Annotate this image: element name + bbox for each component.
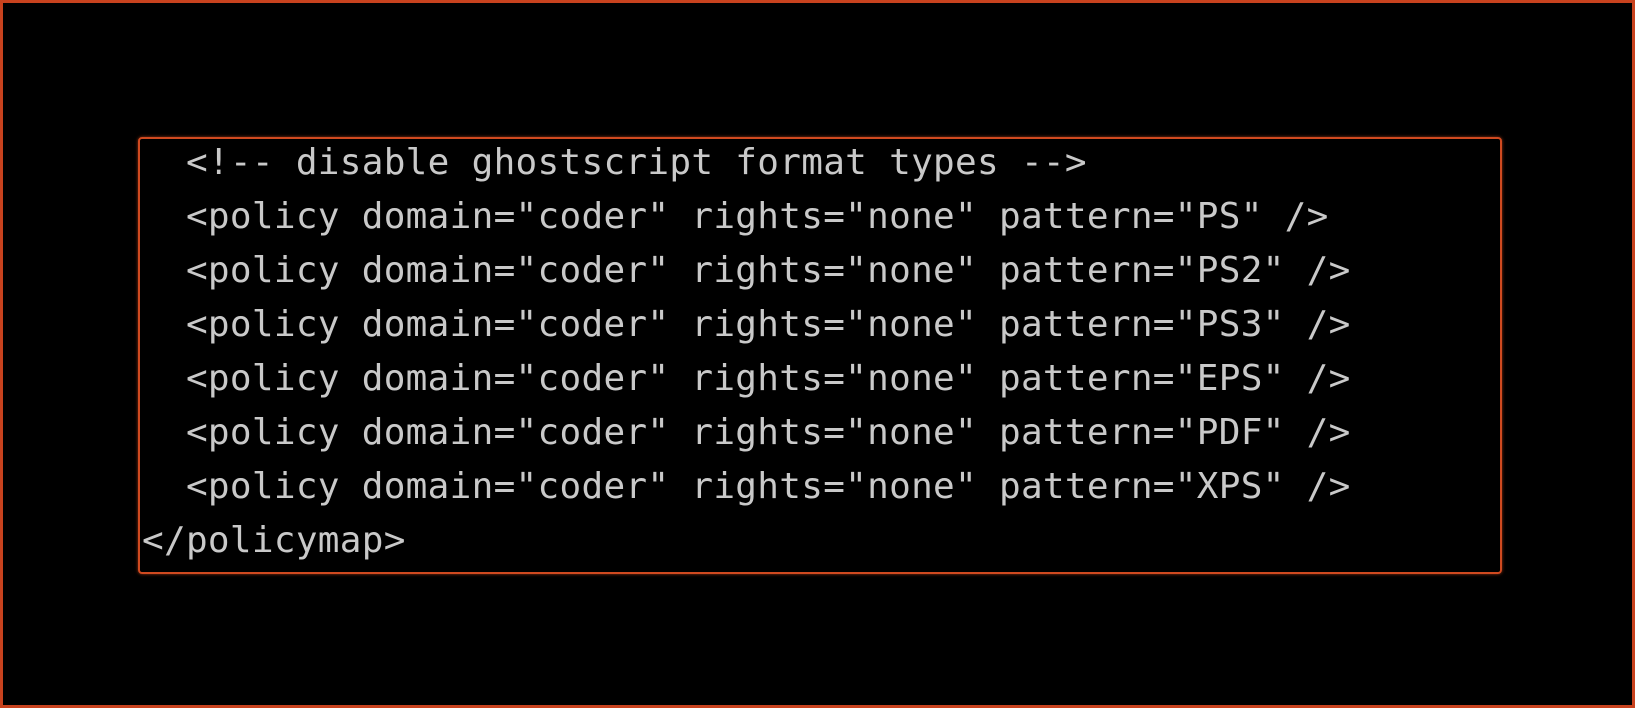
code-line-policy-eps: <policy domain="coder" rights="none" pat… bbox=[142, 358, 1351, 399]
code-line-policy-pdf: <policy domain="coder" rights="none" pat… bbox=[142, 412, 1351, 453]
terminal-screen: <!-- disable ghostscript format types --… bbox=[0, 0, 1635, 708]
code-line-policymap-close: </policymap> bbox=[142, 520, 406, 561]
code-line-policy-ps: <policy domain="coder" rights="none" pat… bbox=[142, 196, 1329, 237]
code-line-policy-ps3: <policy domain="coder" rights="none" pat… bbox=[142, 304, 1351, 345]
code-line-policy-xps: <policy domain="coder" rights="none" pat… bbox=[142, 466, 1351, 507]
code-line-policy-ps2: <policy domain="coder" rights="none" pat… bbox=[142, 250, 1351, 291]
code-line-comment: <!-- disable ghostscript format types --… bbox=[142, 142, 1087, 183]
code-block: <!-- disable ghostscript format types --… bbox=[142, 136, 1351, 568]
